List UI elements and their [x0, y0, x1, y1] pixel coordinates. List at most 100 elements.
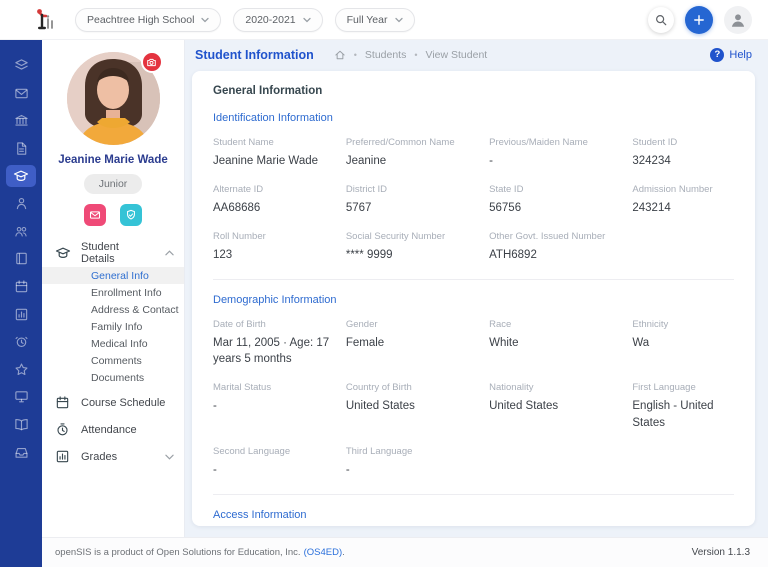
year-selector-dropdown[interactable]: 2020-2021 — [233, 7, 323, 32]
field-value: - — [213, 400, 217, 413]
footer-suffix: . — [342, 547, 345, 558]
student-menu: Student Details General Info Enrollment … — [42, 239, 184, 470]
field-student-id: Student ID 324234 — [632, 137, 734, 169]
general-information-card: General Information Identification Infor… — [192, 71, 755, 526]
sidebar-item-library[interactable] — [0, 411, 42, 439]
main-content: Student Information • Students • View St… — [185, 40, 768, 537]
field-marital-status: Marital Status - — [213, 382, 346, 430]
footer-text: openSIS is a product of Open Solutions f… — [55, 547, 301, 558]
field-state-id: State ID 56756 — [489, 184, 632, 216]
field-value: **** 9999 — [345, 249, 393, 262]
star-icon — [6, 358, 36, 380]
os4ed-link[interactable]: (OS4ED) — [304, 547, 343, 558]
chevron-down-icon — [165, 454, 174, 460]
notebook-icon — [6, 248, 36, 270]
sidebar-item-attendance-admin[interactable] — [0, 328, 42, 356]
person-icon — [6, 193, 36, 215]
sidebar-item-assessment[interactable] — [0, 383, 42, 411]
envelope-icon — [89, 211, 101, 219]
graduation-cap-icon — [55, 245, 71, 261]
sidebar-item-forms[interactable] — [0, 135, 42, 163]
sidebar-item-dashboard[interactable] — [0, 52, 42, 80]
submenu-comments[interactable]: Comments — [42, 352, 184, 369]
breadcrumb-students[interactable]: Students — [365, 49, 406, 61]
add-button[interactable] — [685, 5, 713, 34]
demographic-fields: Date of Birth Mar 11, 2005 · Age: 17 year… — [213, 319, 734, 492]
school-selector-dropdown[interactable]: Peachtree High School — [75, 7, 222, 32]
chevron-down-icon — [394, 17, 403, 22]
user-profile-button[interactable] — [724, 5, 752, 34]
field-value: White — [489, 337, 519, 350]
sidebar-item-scheduling[interactable] — [0, 245, 42, 273]
student-details-submenu: General Info Enrollment Info Address & C… — [42, 267, 184, 386]
field-label: Race — [489, 319, 512, 331]
sidebar-item-staff[interactable] — [0, 190, 42, 218]
verified-status-button[interactable] — [120, 204, 142, 226]
sidebar-item-calendar[interactable] — [0, 273, 42, 301]
field-admission-number: Admission Number 243214 — [632, 184, 734, 216]
bank-icon — [6, 110, 36, 132]
menu-label: Attendance — [81, 423, 137, 436]
email-student-button[interactable] — [84, 204, 106, 226]
menu-attendance[interactable]: Attendance — [42, 416, 184, 443]
field-value: ATH6892 — [489, 249, 537, 262]
submenu-general-info[interactable]: General Info — [42, 267, 184, 284]
field-label: Social Security Number — [345, 231, 446, 243]
term-selector-dropdown[interactable]: Full Year — [334, 7, 415, 32]
graduation-cap-icon — [6, 165, 36, 188]
sidebar-item-parents[interactable] — [0, 218, 42, 246]
help-button[interactable]: ? Help — [710, 47, 752, 62]
document-icon — [6, 138, 36, 160]
section-identification-title: Identification Information — [213, 112, 333, 124]
field-label: Alternate ID — [213, 184, 264, 196]
year-selector-value: 2020-2021 — [245, 13, 296, 26]
home-icon[interactable] — [334, 49, 346, 61]
sidebar-item-tools[interactable] — [0, 438, 42, 466]
sidebar-item-messages[interactable] — [0, 80, 42, 108]
menu-course-schedule[interactable]: Course Schedule — [42, 389, 184, 416]
field-district-id: District ID 5767 — [346, 184, 489, 216]
field-label: State ID — [489, 184, 524, 196]
field-label: Second Language — [213, 445, 291, 457]
section-demographic-title: Demographic Information — [213, 294, 337, 307]
sidebar-item-students[interactable] — [0, 162, 42, 190]
menu-label: Grades — [81, 450, 118, 463]
breadcrumb-view-student[interactable]: View Student — [426, 49, 488, 61]
field-second-language: Second Language - — [213, 446, 346, 478]
student-panel: Jeanine Marie Wade Junior Student Detail… — [42, 40, 185, 537]
field-value: Jeanine Marie Wade — [213, 155, 319, 167]
help-label: Help — [729, 48, 752, 61]
menu-student-details[interactable]: Student Details — [42, 239, 184, 266]
sidebar-item-school[interactable] — [0, 107, 42, 135]
school-selector-value: Peachtree High School — [87, 13, 195, 26]
submenu-address-contact[interactable]: Address & Contact — [42, 301, 184, 318]
field-value: English - United States — [632, 400, 714, 429]
field-value: Mar 11, 2005 · Age: 17 years 5 months — [213, 337, 330, 366]
breadcrumb-separator: • — [353, 49, 357, 60]
field-value: United States — [345, 400, 415, 413]
student-photo-wrap — [66, 51, 163, 145]
field-label: Gender — [345, 319, 378, 331]
menu-grades[interactable]: Grades — [42, 443, 184, 470]
field-value: Jeanine — [345, 155, 387, 167]
tray-icon — [6, 441, 36, 463]
sidebar-item-reports[interactable] — [0, 300, 42, 328]
field-label: Student Name — [213, 137, 274, 148]
submenu-documents[interactable]: Documents — [42, 369, 184, 386]
student-quick-actions — [42, 204, 184, 226]
field-gender: Gender Female — [346, 319, 489, 367]
field-value: - — [213, 463, 217, 476]
change-photo-button[interactable] — [140, 51, 163, 73]
search-button[interactable] — [648, 6, 674, 33]
breadcrumb-separator: • — [414, 49, 418, 60]
field-ethnicity: Ethnicity Wa — [632, 319, 734, 367]
submenu-medical-info[interactable]: Medical Info — [42, 335, 184, 352]
grade-level-badge: Junior — [83, 174, 143, 194]
open-book-icon — [6, 414, 36, 436]
submenu-family-info[interactable]: Family Info — [42, 318, 184, 335]
camera-icon — [147, 58, 156, 66]
field-label: Previous/Maiden Name — [489, 137, 588, 148]
submenu-enrollment-info[interactable]: Enrollment Info — [42, 284, 184, 301]
sidebar-item-grades-admin[interactable] — [0, 356, 42, 384]
chevron-down-icon — [302, 17, 311, 22]
